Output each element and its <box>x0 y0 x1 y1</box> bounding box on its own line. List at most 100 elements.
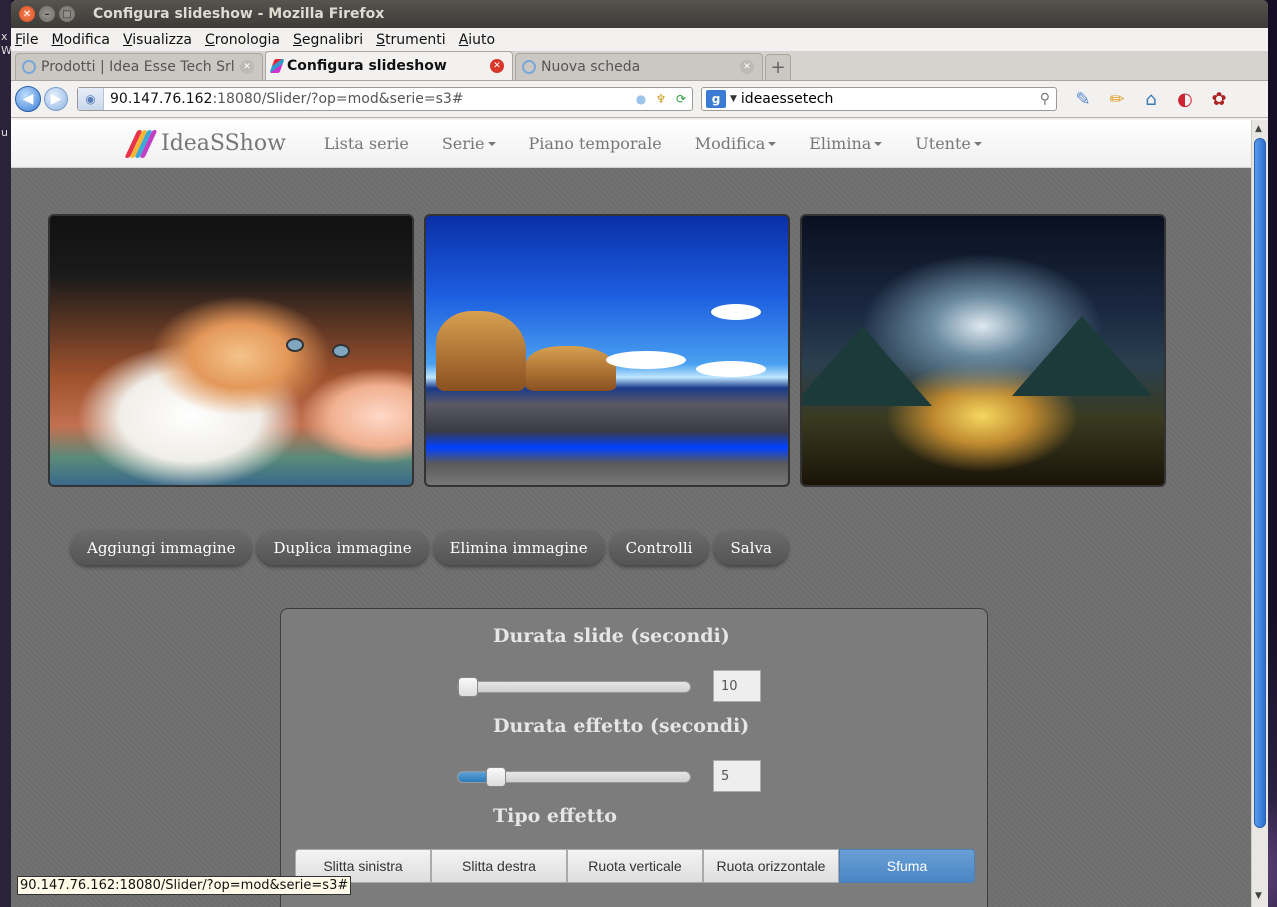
home-icon[interactable]: ⌂ <box>1139 87 1163 111</box>
menu-strumenti[interactable]: Strumenti <box>376 32 446 48</box>
effect-slide-right-button[interactable]: Slitta destra <box>431 849 567 883</box>
tab-configura-slideshow[interactable]: Configura slideshow ✕ <box>265 51 513 80</box>
vertical-scrollbar[interactable]: ▲ ▼ <box>1251 120 1268 907</box>
window-close-button[interactable]: ✕ <box>19 6 35 22</box>
url-icons: ● ♆ ⟳ <box>634 92 688 106</box>
url-host: 90.147.76.162 <box>110 91 213 107</box>
slider-handle[interactable] <box>458 677 478 697</box>
slide-image-beach[interactable] <box>424 214 790 487</box>
menu-visualizza[interactable]: Visualizza <box>123 32 192 48</box>
tab-nuova-scheda[interactable]: Nuova scheda ✕ <box>515 53 763 80</box>
mountain-peak <box>1012 316 1152 396</box>
search-icon[interactable]: ⚲ <box>1040 91 1050 107</box>
bookmark-icon[interactable]: ✎ <box>1071 87 1095 111</box>
slide-image-mountains[interactable] <box>800 214 1166 487</box>
menu-modifica[interactable]: Modifica <box>51 32 110 48</box>
nav-label: Serie <box>441 134 485 153</box>
nav-label: Piano temporale <box>528 134 662 153</box>
chevron-down-icon[interactable]: ▼ <box>730 94 737 104</box>
caret-down-icon <box>973 141 982 146</box>
back-button[interactable]: ◀ <box>15 86 41 112</box>
caret-down-icon <box>874 141 883 146</box>
nav-lista-serie[interactable]: Lista serie <box>324 134 409 153</box>
addon-red-icon[interactable]: ◐ <box>1173 87 1197 111</box>
new-tab-button[interactable]: + <box>765 54 791 80</box>
mountain-peak <box>802 326 932 406</box>
controls-button[interactable]: Controlli <box>609 531 709 565</box>
nav-serie[interactable]: Serie <box>442 134 496 153</box>
delete-image-button[interactable]: Elimina immagine <box>433 531 604 565</box>
kitten-eye <box>286 338 304 352</box>
tab-label: Configura slideshow <box>287 58 447 74</box>
tab-close-icon[interactable]: ✕ <box>740 60 754 74</box>
window-maximize-button[interactable]: □ <box>59 6 75 22</box>
app-logo-icon <box>269 59 285 73</box>
nav-elimina[interactable]: Elimina <box>809 134 883 153</box>
desktop-glyph: u <box>1 126 8 139</box>
window-minimize-button[interactable]: – <box>39 6 55 22</box>
rock-formation <box>526 346 616 391</box>
url-bar[interactable]: ◉ 90.147.76.162:18080/Slider/?op=mod&ser… <box>77 87 693 111</box>
slider-handle[interactable] <box>486 767 506 787</box>
nav-piano-temporale[interactable]: Piano temporale <box>529 134 662 153</box>
search-bar[interactable]: g ▼ ideaessetech ⚲ <box>701 87 1057 111</box>
rock-formation <box>436 311 526 391</box>
nav-modifica[interactable]: Modifica <box>695 134 777 153</box>
nav-label: Modifica <box>694 134 766 153</box>
ladybug-icon[interactable]: ✿ <box>1207 87 1231 111</box>
nav-utente[interactable]: Utente <box>915 134 982 153</box>
effect-duration-input[interactable]: 5 <box>713 760 761 792</box>
effect-duration-slider[interactable] <box>457 767 691 787</box>
slide-image-kitten[interactable] <box>48 214 414 487</box>
slide-duration-input[interactable]: 10 <box>713 670 761 702</box>
g-icon[interactable]: g <box>706 90 726 108</box>
effect-duration-title: Durata effetto (secondi) <box>493 715 750 737</box>
effect-fade-button[interactable]: Sfuma <box>839 849 975 883</box>
menu-cronologia[interactable]: Cronologia <box>205 32 280 48</box>
tab-prodotti[interactable]: Prodotti | Idea Esse Tech Srl ✕ <box>15 53 263 80</box>
save-button[interactable]: Salva <box>714 531 788 565</box>
location-icon[interactable]: ● <box>634 92 648 106</box>
slide-gallery <box>48 214 1166 487</box>
tab-close-icon[interactable]: ✕ <box>240 60 254 74</box>
logo-icon <box>124 129 158 158</box>
reload-icon[interactable]: ⟳ <box>674 92 688 106</box>
effect-type-title: Tipo effetto <box>493 805 617 827</box>
search-input[interactable]: ideaessetech <box>741 91 833 107</box>
status-url: 90.147.76.162:18080/Slider/?op=mod&serie… <box>17 876 352 895</box>
scroll-down-icon[interactable]: ▼ <box>1255 891 1262 901</box>
effect-rotate-vertical-button[interactable]: Ruota verticale <box>567 849 703 883</box>
firefox-window: ✕ – □ Configura slideshow - Mozilla Fire… <box>11 0 1268 907</box>
globe-icon <box>522 60 536 74</box>
tab-label: Prodotti | Idea Esse Tech Srl <box>41 59 235 75</box>
add-image-button[interactable]: Aggiungi immagine <box>71 531 252 565</box>
menu-aiuto[interactable]: Aiuto <box>459 32 495 48</box>
url-path: :18080/Slider/?op=mod&serie=s3# <box>212 91 464 107</box>
cloud <box>696 361 766 377</box>
scroll-up-icon[interactable]: ▲ <box>1255 124 1262 134</box>
duplicate-image-button[interactable]: Duplica immagine <box>257 531 428 565</box>
globe-icon <box>22 60 36 74</box>
brand-name: IdeaSShow <box>161 131 286 156</box>
brand[interactable]: IdeaSShow <box>124 129 286 158</box>
nav-label: Elimina <box>809 134 872 153</box>
caret-down-icon <box>768 141 777 146</box>
menu-segnalibri[interactable]: Segnalibri <box>293 32 363 48</box>
forward-button[interactable]: ▶ <box>44 87 68 111</box>
cloud <box>606 351 686 369</box>
effect-rotate-horizontal-button[interactable]: Ruota orizzontale <box>703 849 839 883</box>
navigation-toolbar: ◀ ▶ ◉ 90.147.76.162:18080/Slider/?op=mod… <box>11 81 1268 118</box>
settings-panel: Durata slide (secondi) 10 Durata effetto… <box>280 608 988 907</box>
menu-file[interactable]: File <box>15 32 38 48</box>
slide-duration-slider[interactable] <box>457 677 691 697</box>
tab-strip: Prodotti | Idea Esse Tech Srl ✕ Configur… <box>11 51 1268 81</box>
tab-close-icon[interactable]: ✕ <box>490 59 504 73</box>
nav-label: Lista serie <box>323 134 409 153</box>
addon-icon[interactable]: ♆ <box>654 92 668 106</box>
effect-type-group: Slitta sinistra Slitta destra Ruota vert… <box>295 849 975 883</box>
pencil-icon[interactable]: ✏ <box>1105 87 1129 111</box>
tab-label: Nuova scheda <box>541 59 641 75</box>
site-identity-icon[interactable]: ◉ <box>78 88 104 110</box>
desktop-glyph: x <box>1 30 8 43</box>
scrollbar-thumb[interactable] <box>1254 138 1266 828</box>
